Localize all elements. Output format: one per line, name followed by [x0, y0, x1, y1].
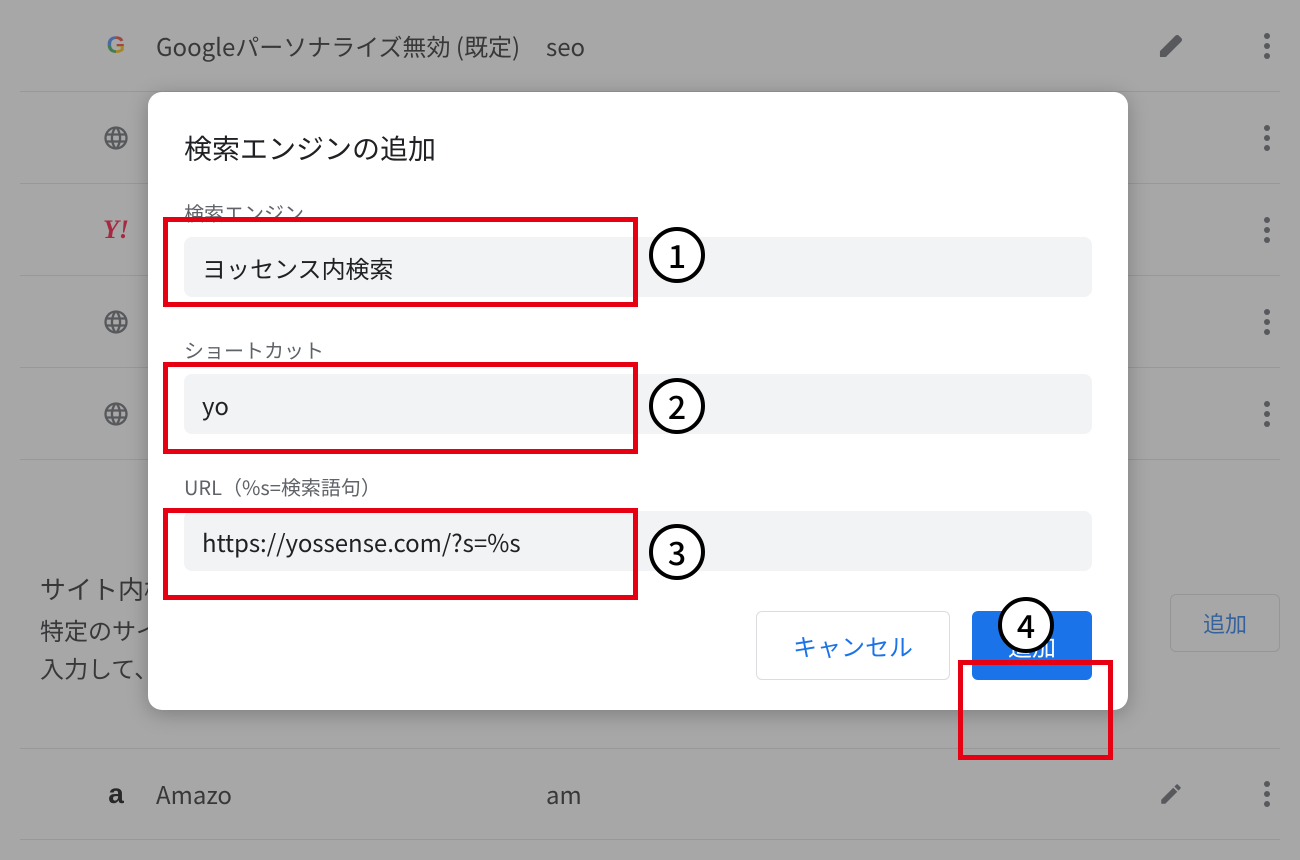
add-button[interactable]: 追加: [972, 611, 1092, 680]
dialog-title: 検索エンジンの追加: [184, 128, 1092, 168]
engine-name-label: 検索エンジン: [184, 198, 1092, 227]
engine-name-input[interactable]: [184, 237, 1092, 297]
add-search-engine-dialog: 検索エンジンの追加 検索エンジン ショートカット URL（%s=検索語句） キャ…: [148, 92, 1128, 710]
dialog-actions: キャンセル 追加: [184, 611, 1092, 680]
shortcut-label: ショートカット: [184, 335, 1092, 364]
shortcut-input[interactable]: [184, 374, 1092, 434]
url-input[interactable]: [184, 511, 1092, 571]
cancel-button[interactable]: キャンセル: [756, 611, 950, 680]
url-label: URL（%s=検索語句）: [184, 472, 1092, 501]
